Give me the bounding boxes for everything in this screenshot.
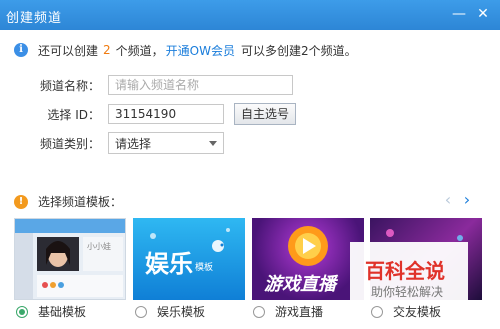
info-suffix: 可以多创建2个频道。: [240, 43, 357, 58]
channel-category-select[interactable]: 请选择: [108, 132, 224, 154]
channel-category-row: 频道类别： 请选择: [0, 132, 224, 154]
entertainment-thumb-sub: 模板: [195, 263, 214, 273]
template-label-basic: 基础模板: [38, 305, 87, 319]
watermark: 百科全说 助你轻松解决: [350, 242, 468, 302]
radio-unchecked-icon[interactable]: [371, 305, 383, 318]
next-template-arrow[interactable]: ›: [460, 192, 474, 208]
info-icon: i: [14, 43, 28, 57]
template-label-game-live: 游戏直播: [275, 305, 324, 319]
info-middle: 个频道，: [115, 43, 164, 58]
window-title: 创建频道: [6, 11, 63, 26]
channel-category-label: 频道类别：: [39, 136, 100, 151]
template-option-basic[interactable]: 基础模板: [16, 303, 86, 320]
quota-info: i 还可以创建 2 个频道， 开通OW会员 可以多创建2个频道。: [14, 42, 357, 58]
watermark-title: 百科全说: [365, 259, 445, 283]
open-ow-membership-link[interactable]: 开通OW会员: [166, 42, 235, 59]
channel-name-label: 频道名称：: [39, 78, 100, 93]
channel-name-row: 频道名称：: [0, 74, 293, 96]
alert-icon: !: [14, 194, 28, 209]
template-heading-row: ! 选择频道模板：: [14, 193, 122, 210]
entertainment-thumb-title: 娱乐: [145, 250, 193, 278]
radio-unchecked-icon[interactable]: [135, 305, 147, 318]
remaining-count: 2: [103, 43, 111, 57]
template-label-dating: 交友模板: [393, 305, 442, 319]
self-select-number-button[interactable]: 自主选号: [234, 103, 297, 125]
watermark-subtitle: 助你轻松解决: [371, 285, 444, 299]
close-button[interactable]: ✕: [474, 5, 492, 23]
prev-template-arrow[interactable]: ‹: [441, 192, 455, 208]
chevron-down-icon: [209, 141, 217, 146]
template-thumb-basic[interactable]: 小小娃: [14, 218, 126, 300]
radio-checked-icon[interactable]: [16, 305, 28, 318]
template-thumb-game-live[interactable]: 游戏直播: [252, 218, 364, 300]
channel-id-label: 选择 ID：: [47, 107, 100, 122]
template-option-game-live[interactable]: 游戏直播: [253, 303, 323, 320]
channel-id-input[interactable]: [108, 104, 224, 124]
template-thumb-entertainment[interactable]: 娱乐 模板: [133, 218, 245, 300]
template-option-entertainment[interactable]: 娱乐模板: [135, 303, 205, 320]
basic-thumb-caption: 小小娃: [87, 242, 111, 251]
channel-id-row: 选择 ID： 自主选号: [0, 103, 297, 125]
template-option-dating[interactable]: 交友模板: [371, 303, 441, 320]
basic-template-preview: [15, 219, 125, 299]
minimize-button[interactable]: —: [450, 5, 468, 23]
title-bar: 创建频道 — ✕: [0, 0, 500, 30]
info-prefix: 还可以创建: [38, 43, 99, 58]
channel-name-input[interactable]: [108, 75, 293, 95]
template-label-entertainment: 娱乐模板: [157, 305, 206, 319]
template-heading: 选择频道模板：: [38, 195, 123, 209]
channel-category-value: 请选择: [115, 136, 152, 151]
radio-unchecked-icon[interactable]: [253, 305, 265, 318]
game-live-thumb-title: 游戏直播: [264, 274, 336, 295]
